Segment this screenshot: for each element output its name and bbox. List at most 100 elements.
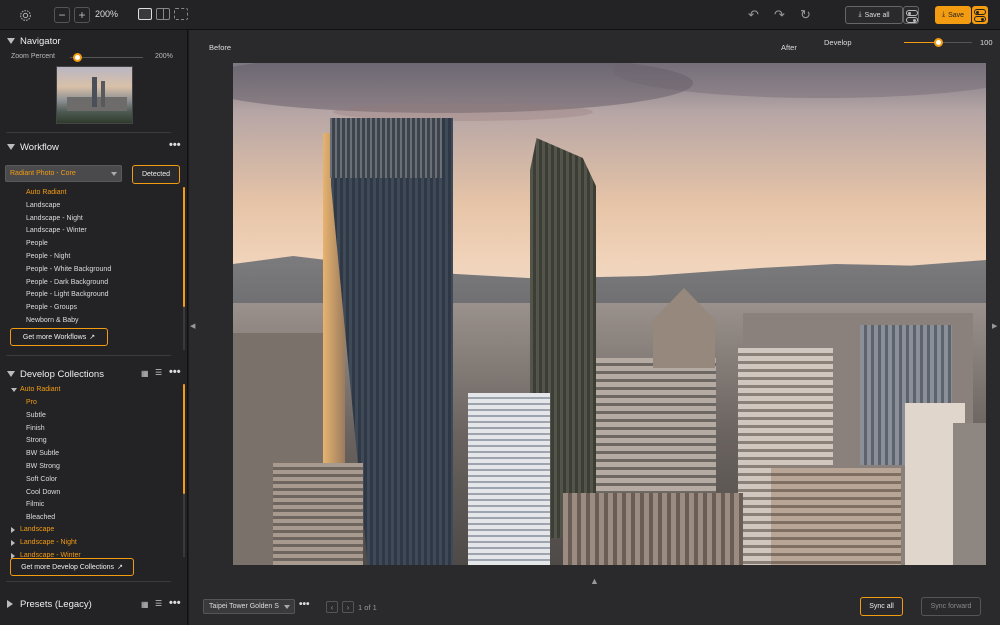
left-panel-arrow-icon[interactable]: ◀ [190,322,195,330]
chevron-down-icon [284,605,290,609]
workflow-more-icon[interactable]: ••• [169,139,181,151]
collapsed-group-label: Landscape [20,526,55,533]
workflow-title: Workflow [20,142,59,153]
divider [6,132,171,133]
list-view-icon[interactable]: ☰ [155,599,162,608]
scrollbar-thumb[interactable] [183,187,185,307]
split-view-icon[interactable] [174,8,188,20]
save-label: Save [948,11,965,19]
external-link-icon: ↗ [89,334,96,341]
zoom-percent-value: 200% [155,53,173,60]
presets-more-icon[interactable]: ••• [169,597,181,609]
grid-view-icon[interactable]: ▦ [141,369,149,378]
divider [6,355,171,356]
develop-collection-item[interactable]: Subtle [26,410,60,423]
download-icon: ⤓ [858,11,862,18]
develop-collections-title: Develop Collections [20,369,104,380]
get-more-develop-collections-button[interactable]: Get more Develop Collections ↗ [10,558,134,576]
divider [6,581,171,582]
collapsed-group-item[interactable]: Landscape - Night [11,537,81,550]
collapsed-groups: Landscape Landscape - Night Landscape - Wi… [11,524,81,562]
right-panel-arrow-icon[interactable]: ▶ [992,322,997,330]
develop-value: 100 [980,38,993,47]
workflow-item[interactable]: People - White Background [26,264,111,277]
save-all-options-toggle[interactable] [903,6,919,24]
workflow-list: Auto Radiant Landscape Landscape - Night La… [26,187,111,328]
workflow-item[interactable]: Auto Radiant [26,187,111,200]
left-sidebar: Navigator Zoom Percent 200% Workflow •••… [0,30,188,625]
develop-collection-item[interactable]: Finish [26,423,60,436]
zoom-value: 200% [95,9,119,19]
develop-collection-item[interactable]: BW Strong [26,461,60,474]
collapse-caret-icon[interactable] [7,144,15,150]
navigator-thumbnail[interactable] [56,66,133,124]
after-label: After [781,43,797,52]
develop-collection-item[interactable]: Soft Color [26,474,60,487]
develop-label: Develop [824,38,852,47]
side-by-side-view-icon[interactable] [156,8,170,20]
sync-all-button[interactable]: Sync all [860,597,903,616]
save-all-button[interactable]: ⤓ Save all [845,6,903,24]
prev-page-button[interactable]: ‹ [326,601,338,613]
zoom-percent-label: Zoom Percent [11,53,55,60]
next-page-button[interactable]: › [342,601,354,613]
sync-forward-button[interactable]: Sync forward [921,597,981,616]
undo-icon[interactable]: ↶ [748,7,759,23]
external-link-icon: ↗ [117,564,123,571]
page-indicator: 1 of 1 [358,603,377,612]
image-more-icon[interactable]: ••• [299,599,310,610]
navigator-title: Navigator [20,36,61,47]
expand-caret-icon [11,539,15,546]
image-name: Taipei Tower Golden S [209,603,279,610]
scrollbar-thumb[interactable] [183,384,185,494]
collapse-caret-icon[interactable] [7,38,15,44]
main-photo[interactable] [233,63,986,565]
collection-group[interactable]: Auto Radiant [20,384,60,397]
develop-collections-more-icon[interactable]: ••• [169,366,181,378]
get-more-workflows-label: Get more Workflows [22,333,87,341]
grid-view-icon[interactable]: ▦ [141,600,149,609]
workflow-select[interactable]: Radiant Photo - Core [5,165,122,182]
workflow-item[interactable]: Landscape [26,200,111,213]
workflow-item[interactable]: Newborn & Baby [26,315,111,328]
develop-slider-knob[interactable] [933,38,943,47]
get-more-collections-label: Get more Develop Collections [21,563,115,571]
workflow-item[interactable]: People - Night [26,251,111,264]
presets-title: Presets (Legacy) [20,599,92,610]
collapse-caret-icon[interactable] [7,371,15,377]
collapsed-group-label: Landscape - Night [20,538,77,546]
save-button[interactable]: ⤓ Save [935,6,971,24]
collapsed-group-item[interactable]: Landscape [11,524,81,537]
workflow-item[interactable]: People - Light Background [26,289,111,302]
workflow-item[interactable]: Landscape - Winter [26,225,111,238]
get-more-workflows-button[interactable]: Get more Workflows ↗ [10,328,108,346]
workflow-item[interactable]: People [26,238,111,251]
download-icon: ⤓ [941,11,946,18]
develop-collection-item[interactable]: Pro [26,397,60,410]
detected-button[interactable]: Detected [132,165,180,184]
expand-caret-icon[interactable] [7,600,13,608]
redo-icon[interactable]: ↷ [774,7,785,23]
workflow-item[interactable]: People - Dark Background [26,277,111,290]
list-view-icon[interactable]: ☰ [155,368,162,377]
zoom-out-button[interactable]: − [54,7,70,23]
group-caret-icon[interactable] [11,388,17,392]
reset-icon[interactable]: ↻ [800,7,811,23]
workflow-selected-value: Radiant Photo - Core [10,170,76,177]
top-toolbar: − + 200% ↶ ↷ ↻ ⤓ Save all ⤓ Save [0,0,1000,30]
filmstrip-toggle-icon[interactable]: ▲ [590,576,599,586]
develop-collection-item[interactable]: Strong [26,435,60,448]
zoom-percent-slider-knob[interactable] [72,53,82,62]
collection-group-label[interactable]: Auto Radiant [20,384,60,397]
image-select[interactable]: Taipei Tower Golden S [203,599,295,614]
single-view-icon[interactable] [138,8,152,20]
save-options-toggle[interactable] [972,6,988,24]
develop-collection-item[interactable]: Filmic [26,499,60,512]
workflow-item[interactable]: Landscape - Night [26,213,111,226]
workflow-item[interactable]: People - Groups [26,302,111,315]
settings-gear-icon[interactable] [17,7,33,23]
develop-collection-item[interactable]: BW Subtle [26,448,60,461]
zoom-in-button[interactable]: + [74,7,90,23]
develop-collection-item[interactable]: Cool Down [26,487,60,500]
before-label: Before [209,43,232,52]
